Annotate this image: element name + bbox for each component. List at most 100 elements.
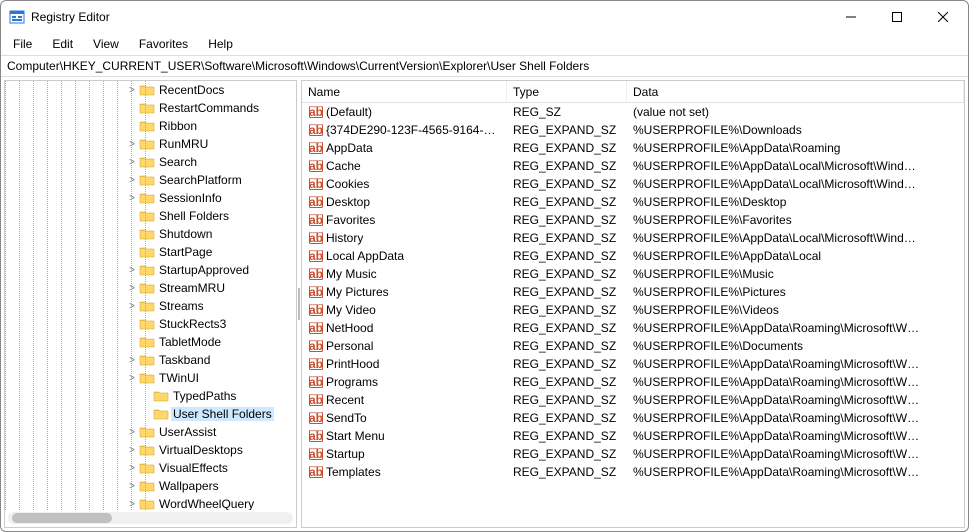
menu-file[interactable]: File	[5, 35, 40, 53]
value-row[interactable]: ab(Default)REG_SZ(value not set)	[302, 103, 964, 121]
address-bar[interactable]: Computer\HKEY_CURRENT_USER\Software\Micr…	[1, 55, 968, 77]
value-row[interactable]: abDesktopREG_EXPAND_SZ%USERPROFILE%\Desk…	[302, 193, 964, 211]
value-row[interactable]: abMy MusicREG_EXPAND_SZ%USERPROFILE%\Mus…	[302, 265, 964, 283]
value-row[interactable]: abPrintHoodREG_EXPAND_SZ%USERPROFILE%\Ap…	[302, 355, 964, 373]
value-row[interactable]: abProgramsREG_EXPAND_SZ%USERPROFILE%\App…	[302, 373, 964, 391]
value-row[interactable]: abNetHoodREG_EXPAND_SZ%USERPROFILE%\AppD…	[302, 319, 964, 337]
tree-item[interactable]: > SearchPlatform	[5, 171, 296, 189]
value-name: (Default)	[326, 105, 372, 119]
value-data: %USERPROFILE%\Music	[627, 267, 964, 281]
string-value-icon: ab	[308, 284, 324, 300]
tree-item-label: SearchPlatform	[157, 173, 244, 187]
tree-item[interactable]: TabletMode	[5, 333, 296, 351]
close-button[interactable]	[920, 2, 966, 32]
value-row[interactable]: abFavoritesREG_EXPAND_SZ%USERPROFILE%\Fa…	[302, 211, 964, 229]
tree-item[interactable]: Shell Folders	[5, 207, 296, 225]
column-type[interactable]: Type	[507, 81, 627, 102]
value-name: PrintHood	[326, 357, 379, 371]
expand-icon[interactable]: >	[125, 157, 139, 168]
tree-item[interactable]: >RecentDocs	[5, 81, 296, 99]
tree-item[interactable]: >VirtualDesktops	[5, 441, 296, 459]
minimize-button[interactable]	[828, 2, 874, 32]
value-row[interactable]: abRecentREG_EXPAND_SZ%USERPROFILE%\AppDa…	[302, 391, 964, 409]
value-row[interactable]: abHistoryREG_EXPAND_SZ%USERPROFILE%\AppD…	[302, 229, 964, 247]
value-type: REG_EXPAND_SZ	[507, 267, 627, 281]
value-type: REG_EXPAND_SZ	[507, 123, 627, 137]
expand-icon[interactable]: >	[125, 193, 139, 204]
svg-text:ab: ab	[309, 285, 323, 299]
tree-item[interactable]: RestartCommands	[5, 99, 296, 117]
value-data: (value not set)	[627, 105, 964, 119]
menu-edit[interactable]: Edit	[44, 35, 81, 53]
menu-favorites[interactable]: Favorites	[131, 35, 196, 53]
value-row[interactable]: abLocal AppDataREG_EXPAND_SZ%USERPROFILE…	[302, 247, 964, 265]
svg-text:ab: ab	[309, 357, 323, 371]
tree-item[interactable]: StuckRects3	[5, 315, 296, 333]
value-row[interactable]: abMy PicturesREG_EXPAND_SZ%USERPROFILE%\…	[302, 283, 964, 301]
tree-item[interactable]: >StartupApproved	[5, 261, 296, 279]
string-value-icon: ab	[308, 464, 324, 480]
tree-item[interactable]: >UserAssist	[5, 423, 296, 441]
svg-text:ab: ab	[309, 141, 323, 155]
menubar: File Edit View Favorites Help	[1, 33, 968, 55]
folder-icon	[139, 137, 155, 151]
tree-item[interactable]: >SessionInfo	[5, 189, 296, 207]
pane-splitter[interactable]	[297, 77, 301, 531]
value-row[interactable]: abStart MenuREG_EXPAND_SZ%USERPROFILE%\A…	[302, 427, 964, 445]
tree-item[interactable]: User Shell Folders	[5, 405, 296, 423]
tree-item-label: Ribbon	[157, 119, 199, 133]
svg-text:ab: ab	[309, 231, 323, 245]
tree-item-label: TabletMode	[157, 335, 223, 349]
tree-item[interactable]: >TWinUI	[5, 369, 296, 387]
value-type: REG_EXPAND_SZ	[507, 213, 627, 227]
expand-icon[interactable]: >	[125, 85, 139, 96]
value-row[interactable]: abStartupREG_EXPAND_SZ%USERPROFILE%\AppD…	[302, 445, 964, 463]
tree-item-label: StreamMRU	[157, 281, 227, 295]
folder-icon	[139, 83, 155, 97]
tree-item[interactable]: >RunMRU	[5, 135, 296, 153]
tree-item[interactable]: >Search	[5, 153, 296, 171]
menu-view[interactable]: View	[85, 35, 127, 53]
value-row[interactable]: abMy VideoREG_EXPAND_SZ%USERPROFILE%\Vid…	[302, 301, 964, 319]
menu-help[interactable]: Help	[200, 35, 241, 53]
svg-text:ab: ab	[309, 267, 323, 281]
value-row[interactable]: ab{374DE290-123F-4565-9164-39C4925E…REG_…	[302, 121, 964, 139]
value-row[interactable]: abTemplatesREG_EXPAND_SZ%USERPROFILE%\Ap…	[302, 463, 964, 481]
expand-icon[interactable]: >	[125, 445, 139, 456]
maximize-button[interactable]	[874, 2, 920, 32]
string-value-icon: ab	[308, 302, 324, 318]
tree-item[interactable]: StartPage	[5, 243, 296, 261]
expand-icon[interactable]: >	[125, 175, 139, 186]
value-row[interactable]: abCookiesREG_EXPAND_SZ%USERPROFILE%\AppD…	[302, 175, 964, 193]
tree-item[interactable]: Ribbon	[5, 117, 296, 135]
column-name[interactable]: Name	[302, 81, 507, 102]
expand-icon[interactable]: >	[125, 283, 139, 294]
value-row[interactable]: abCacheREG_EXPAND_SZ%USERPROFILE%\AppDat…	[302, 157, 964, 175]
expand-icon[interactable]: >	[125, 427, 139, 438]
value-row[interactable]: abSendToREG_EXPAND_SZ%USERPROFILE%\AppDa…	[302, 409, 964, 427]
window-controls	[828, 2, 966, 32]
tree-item[interactable]: >VisualEffects	[5, 459, 296, 477]
tree-item[interactable]: > StreamMRU	[5, 279, 296, 297]
expand-icon[interactable]: >	[125, 499, 139, 510]
folder-icon	[153, 407, 169, 421]
expand-icon[interactable]: >	[125, 355, 139, 366]
tree-item[interactable]: >Taskband	[5, 351, 296, 369]
value-data: %USERPROFILE%\AppData\Roaming\Microsoft\…	[627, 447, 964, 461]
expand-icon[interactable]: >	[125, 265, 139, 276]
tree-item[interactable]: TypedPaths	[5, 387, 296, 405]
expand-icon[interactable]: >	[125, 481, 139, 492]
regedit-app-icon	[9, 9, 25, 25]
tree-item[interactable]: >Streams	[5, 297, 296, 315]
tree-item[interactable]: >WordWheelQuery	[5, 495, 296, 510]
column-data[interactable]: Data	[627, 81, 964, 102]
tree-item[interactable]: >Wallpapers	[5, 477, 296, 495]
expand-icon[interactable]: >	[125, 373, 139, 384]
value-row[interactable]: abAppDataREG_EXPAND_SZ%USERPROFILE%\AppD…	[302, 139, 964, 157]
expand-icon[interactable]: >	[125, 301, 139, 312]
tree-horizontal-scrollbar[interactable]	[8, 512, 293, 524]
expand-icon[interactable]: >	[125, 139, 139, 150]
value-row[interactable]: abPersonalREG_EXPAND_SZ%USERPROFILE%\Doc…	[302, 337, 964, 355]
expand-icon[interactable]: >	[125, 463, 139, 474]
tree-item[interactable]: Shutdown	[5, 225, 296, 243]
